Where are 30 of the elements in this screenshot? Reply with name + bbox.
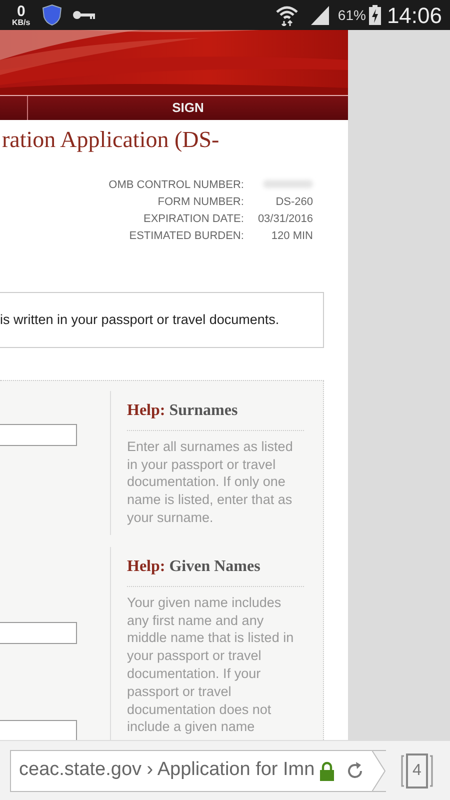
- key-icon: [72, 10, 96, 20]
- help-title: Help: Surnames: [127, 398, 304, 431]
- help-title: Help: Given Names: [127, 554, 304, 587]
- notice-box: is written in your passport or travel documents.: [0, 292, 324, 348]
- nav-tab[interactable]: SIGN: [28, 96, 348, 120]
- signal-icon: [310, 5, 330, 25]
- info-value: 120 MIN: [271, 230, 313, 242]
- battery-percent: 61%: [338, 6, 366, 24]
- text-input[interactable]: [0, 720, 77, 740]
- info-label: ESTIMATED BURDEN:: [129, 230, 244, 242]
- page-title: ration Application (DS-: [2, 126, 220, 154]
- info-value: 03/31/2016: [258, 212, 313, 225]
- shield-icon: [42, 4, 62, 26]
- battery-charging-icon: [368, 5, 381, 25]
- text-input[interactable]: [0, 424, 77, 446]
- lock-icon: [318, 760, 335, 780]
- chevron-icon: [372, 750, 386, 792]
- info-value: DS-260: [276, 196, 313, 208]
- help-text: Enter all surnames as listed in your passport or travel documentation. If only one name is listed, enter that as your surname.: [127, 438, 294, 527]
- info-label: OMB CONTROL NUMBER:: [108, 178, 244, 191]
- info-label: FORM NUMBER:: [158, 196, 244, 208]
- wifi-icon: [276, 4, 298, 26]
- speed-unit: KB/s: [12, 18, 30, 26]
- address-text: ceac.state.gov › Application for Imn: [19, 758, 315, 782]
- help-text: Your given name includes any first name and any middle name that is listed in your passport or travel documentation. If your passport or travel documentation does not include a given name: [127, 594, 295, 736]
- clock-time: 14:06: [386, 2, 442, 30]
- speed-value: 0: [16, 4, 26, 18]
- text-input[interactable]: [0, 622, 77, 644]
- address-bar[interactable]: ceac.state.gov › Application for Imn: [10, 750, 386, 792]
- info-label: EXPIRATION DATE:: [143, 212, 244, 225]
